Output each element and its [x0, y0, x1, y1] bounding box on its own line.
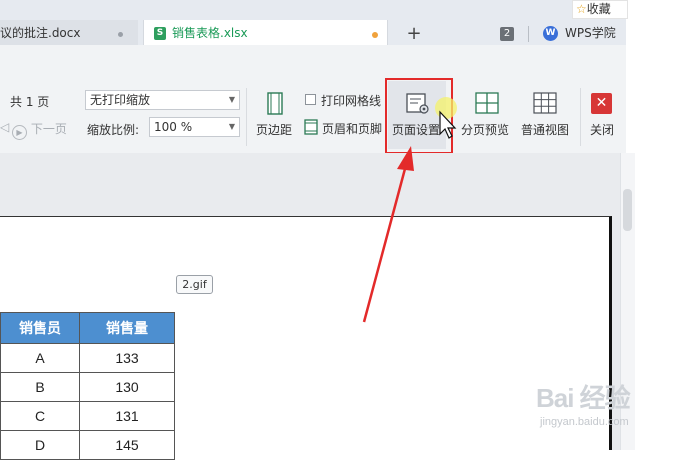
image-label-badge: 2.gif: [176, 275, 213, 294]
total-pages-label: 共 1 页: [10, 95, 50, 109]
table-row: C 131: [0, 401, 175, 431]
zoom-select[interactable]: 100 % ▼: [149, 117, 240, 137]
next-page-icon: ▶: [12, 125, 27, 140]
table-header-row: 销售员 销售量: [0, 312, 175, 344]
table-cell: D: [0, 430, 80, 460]
next-page-button[interactable]: ▶ 下一页: [12, 120, 67, 140]
tab-separator: [528, 26, 529, 42]
tab-count-badge[interactable]: 2: [500, 27, 514, 41]
margins-button[interactable]: 页边距: [256, 121, 292, 138]
next-page-label: 下一页: [30, 122, 67, 136]
zoom-value: 100 %: [154, 120, 193, 134]
table-cell: C: [0, 401, 80, 431]
table-row: A 133: [0, 343, 175, 373]
tab-docx-label: 议的批注.docx: [0, 26, 81, 40]
normal-view-icon[interactable]: [533, 92, 557, 114]
watermark-brand: Bai 经验: [536, 383, 631, 413]
table-cell: 133: [79, 343, 175, 373]
tab-xlsx-label: 销售表格.xlsx: [172, 26, 248, 40]
margins-icon[interactable]: [265, 92, 285, 116]
sales-table: 销售员 销售量 A 133 B 130 C 131 D 145: [0, 312, 175, 460]
table-cell: 130: [79, 372, 175, 402]
wps-academy-link[interactable]: WPS学院: [565, 20, 616, 47]
table-row: D 145: [0, 430, 175, 460]
table-cell: 145: [79, 430, 175, 460]
zoom-label: 缩放比例:: [87, 123, 140, 137]
watermark-url: jingyan.baidu.com: [540, 416, 629, 428]
table-cell: B: [0, 372, 80, 402]
close-icon[interactable]: ✕: [591, 93, 612, 114]
print-gridlines-checkbox[interactable]: [305, 94, 316, 105]
unsaved-dot-icon[interactable]: [372, 32, 378, 38]
table-header-cell: 销售量: [79, 312, 175, 344]
page-break-preview-icon[interactable]: [475, 92, 499, 114]
print-scale-select[interactable]: 无打印缩放 ▼: [85, 90, 240, 110]
baidu-jingyan-watermark: Bai 经验 jingyan.baidu.com: [536, 376, 676, 436]
print-scale-value: 无打印缩放: [90, 93, 151, 107]
favorite-label: 收藏: [586, 2, 611, 16]
star-icon: ☆: [576, 2, 587, 16]
chevron-down-icon: ▼: [228, 95, 235, 104]
page-setup-highlight-box: [385, 78, 453, 154]
page-break-preview-button[interactable]: 分页预览: [461, 121, 509, 138]
tab-docx[interactable]: 议的批注.docx: [0, 20, 138, 47]
table-cell: A: [0, 343, 80, 373]
tab-docx-close-icon[interactable]: [118, 32, 123, 37]
table-cell: 131: [79, 401, 175, 431]
close-button[interactable]: 关闭: [590, 121, 614, 138]
scrollbar-thumb[interactable]: [623, 189, 632, 231]
chevron-down-icon: ▼: [228, 122, 235, 131]
spreadsheet-icon: S: [154, 27, 166, 40]
table-row: B 130: [0, 372, 175, 402]
ribbon-divider: [580, 88, 581, 146]
print-gridlines-label[interactable]: 打印网格线: [321, 92, 381, 109]
header-footer-icon[interactable]: [304, 119, 318, 135]
new-tab-button[interactable]: +: [404, 20, 424, 47]
header-footer-button[interactable]: 页眉和页脚: [322, 120, 382, 137]
table-header-cell: 销售员: [0, 312, 80, 344]
tab-xlsx[interactable]: S 销售表格.xlsx: [143, 20, 388, 47]
normal-view-button[interactable]: 普通视图: [521, 121, 569, 138]
tab-bar: 议的批注.docx S 销售表格.xlsx + 2 W WPS学院: [0, 0, 626, 47]
prev-page-arrow-icon: ◁: [0, 120, 10, 134]
wps-logo-icon[interactable]: W: [543, 26, 558, 41]
favorite-button[interactable]: ☆收藏: [572, 0, 628, 19]
ribbon-divider: [246, 88, 247, 146]
